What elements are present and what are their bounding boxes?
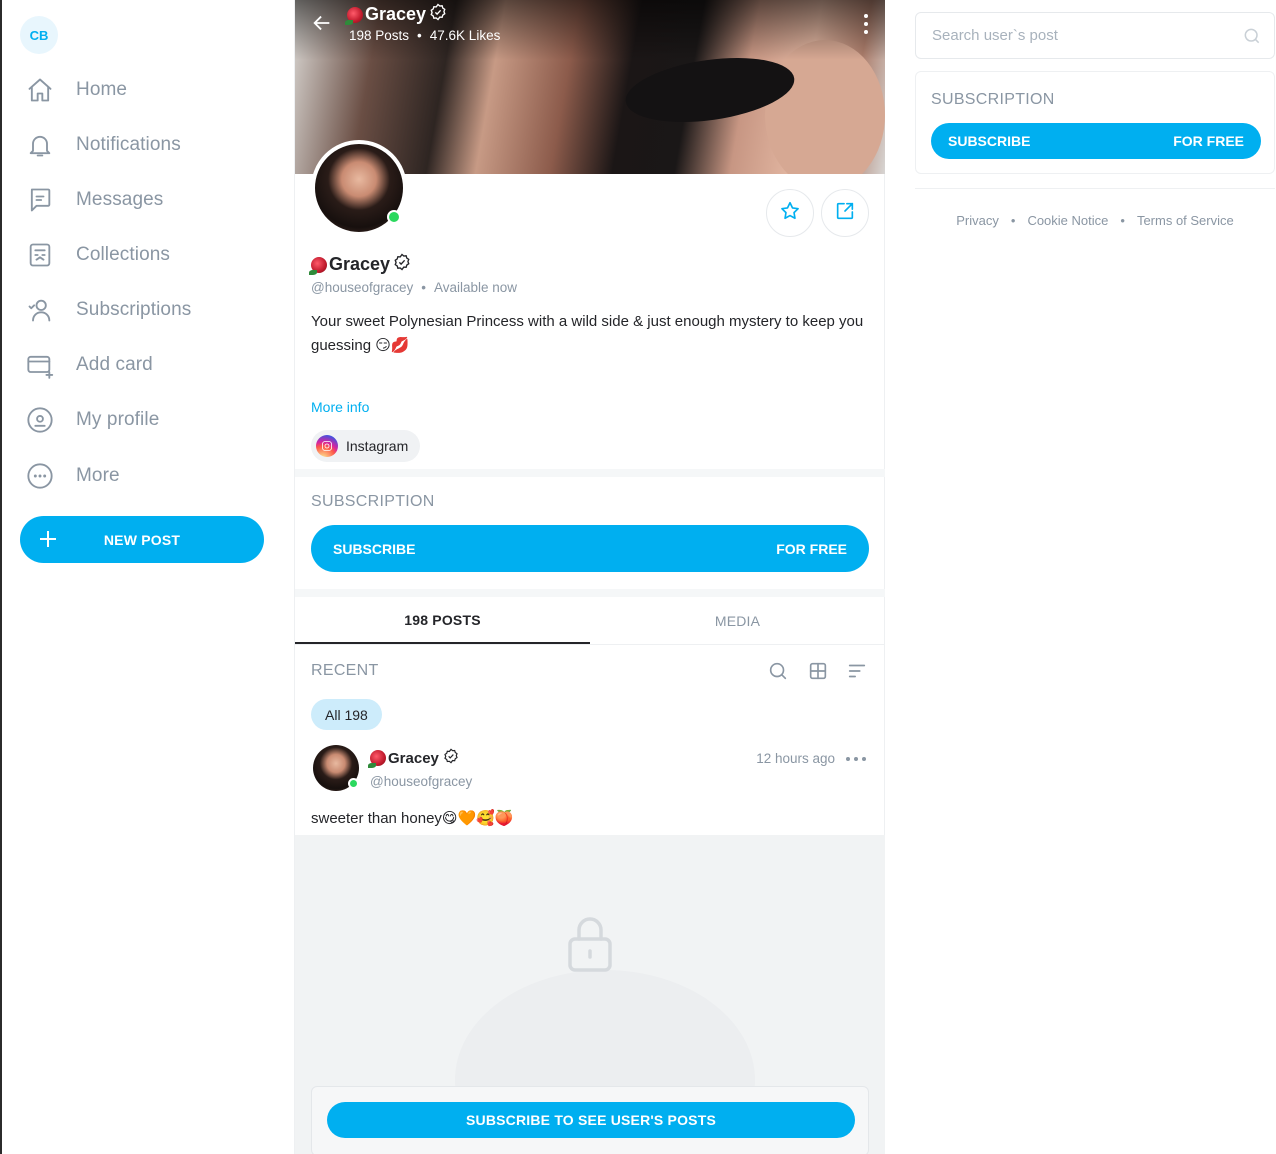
profile-name-text: Gracey [329, 254, 391, 274]
instagram-icon [316, 435, 338, 457]
cover-header: Gracey 198 Posts • 47.6K Likes [295, 0, 885, 60]
tab-posts[interactable]: 198 POSTS [295, 597, 590, 644]
nav-notifications-label: Notifications [76, 134, 181, 155]
rose-icon [368, 750, 386, 768]
grid-icon[interactable] [807, 660, 831, 684]
verified-icon [390, 253, 411, 276]
post-text: sweeter than honey😋🧡🥰🍑 [311, 810, 514, 827]
post-timestamp: 12 hours ago [756, 751, 835, 766]
nav-collections[interactable]: Collections [24, 235, 170, 275]
nav-home-label: Home [76, 79, 128, 100]
plus-icon [36, 527, 60, 551]
share-button[interactable] [821, 189, 869, 237]
search-icon[interactable] [767, 660, 791, 684]
online-indicator [387, 210, 401, 224]
more-icon [24, 460, 56, 492]
online-indicator [348, 778, 359, 789]
locked-post-card: SUBSCRIBE TO SEE USER'S POSTS [311, 1086, 869, 1154]
cover-stats: 198 Posts • 47.6K Likes [349, 28, 501, 43]
subscription-card-title: SUBSCRIPTION [931, 91, 1055, 108]
post-options-icon[interactable] [846, 750, 866, 768]
nav-add-card-label: Add card [76, 354, 153, 375]
tab-media[interactable]: MEDIA [590, 597, 885, 644]
post-avatar[interactable] [313, 745, 359, 791]
rose-icon [345, 6, 363, 25]
profile-handle: @houseofgracey [311, 280, 414, 295]
subscribe-price: FOR FREE [1173, 133, 1244, 149]
subscribe-label: SUBSCRIBE [948, 133, 1031, 149]
profile-bio: Your sweet Polynesian Princess with a wi… [311, 313, 864, 354]
nav-my-profile[interactable]: My profile [24, 400, 159, 440]
instagram-label: Instagram [346, 438, 409, 454]
subscribe-label: SUBSCRIBE [333, 540, 416, 557]
sidebar-subscribe-button[interactable]: SUBSCRIBE FOR FREE [931, 123, 1261, 159]
profile-avatar[interactable] [311, 140, 407, 236]
cookie-notice-link[interactable]: Cookie Notice [1027, 213, 1108, 228]
post-author-text: Gracey [388, 749, 439, 767]
recent-title: RECENT [311, 662, 379, 679]
instagram-link[interactable]: Instagram [311, 430, 421, 462]
nav-subscriptions[interactable]: Subscriptions [24, 290, 191, 330]
nav-home[interactable]: Home [24, 70, 127, 110]
subscriptions-icon [24, 294, 56, 326]
message-icon [24, 184, 56, 216]
nav-more[interactable]: More [24, 456, 120, 496]
star-icon [779, 200, 801, 227]
back-arrow-icon[interactable] [311, 12, 333, 34]
app-root: CB Home Notifications Messages Collectio… [0, 0, 1276, 1154]
nav-more-label: More [76, 465, 120, 486]
kebab-menu-icon[interactable] [861, 14, 871, 34]
search-input[interactable] [916, 27, 1226, 44]
section-separator [295, 589, 885, 597]
profile-tabs: 198 POSTS MEDIA [295, 597, 885, 645]
verified-icon [439, 748, 459, 768]
sidebar: CB Home Notifications Messages Collectio… [0, 0, 294, 1154]
new-post-button[interactable]: NEW POST [20, 516, 264, 563]
nav-collections-label: Collections [76, 244, 171, 265]
sort-icon[interactable] [846, 660, 870, 684]
posts-count: 198 Posts [349, 28, 410, 43]
section-separator [295, 469, 885, 477]
lock-icon [567, 915, 613, 973]
share-icon [834, 200, 856, 227]
nav-notifications[interactable]: Notifications [24, 125, 181, 165]
availability-status: Available now [434, 280, 518, 295]
bell-icon [24, 129, 56, 161]
nav-messages[interactable]: Messages [24, 180, 163, 220]
rose-icon [309, 256, 327, 275]
terms-of-service-link[interactable]: Terms of Service [1137, 213, 1234, 228]
subscribe-price: FOR FREE [776, 540, 847, 557]
more-info-link[interactable]: More info [311, 399, 369, 415]
privacy-link[interactable]: Privacy [956, 213, 999, 228]
subscription-card: SUBSCRIPTION SUBSCRIBE FOR FREE [915, 71, 1275, 174]
nav-my-profile-label: My profile [76, 409, 160, 430]
cover-title: Gracey [345, 3, 447, 26]
post-author-handle[interactable]: @houseofgracey [370, 774, 472, 789]
favorite-button[interactable] [766, 189, 814, 237]
subscription-title: SUBSCRIPTION [311, 493, 435, 510]
home-icon [24, 74, 56, 106]
profile-column: Gracey 198 Posts • 47.6K Likes Gracey @h… [294, 0, 885, 1154]
post-search-box[interactable] [915, 12, 1275, 59]
nav-add-card[interactable]: Add card [24, 345, 153, 385]
subscribe-button[interactable]: SUBSCRIBE FOR FREE [311, 525, 869, 572]
footer-links: Privacy • Cookie Notice • Terms of Servi… [956, 213, 1234, 228]
user-avatar[interactable]: CB [20, 16, 58, 54]
locked-post-media: SUBSCRIBE TO SEE USER'S POSTS [295, 835, 885, 1154]
likes-count: 47.6K Likes [429, 28, 501, 43]
verified-icon [426, 3, 447, 26]
card-icon [24, 349, 56, 381]
subscribe-to-see-posts-button[interactable]: SUBSCRIBE TO SEE USER'S POSTS [327, 1102, 855, 1138]
profile-icon [24, 404, 56, 436]
divider [915, 188, 1275, 189]
search-icon[interactable] [1242, 26, 1262, 46]
nav-subscriptions-label: Subscriptions [76, 299, 192, 320]
post-author-name[interactable]: Gracey [368, 748, 459, 768]
profile-name: Gracey [309, 253, 411, 276]
nav-messages-label: Messages [76, 189, 164, 210]
cover-name-text: Gracey [365, 4, 427, 24]
collections-icon [24, 239, 56, 271]
profile-handle-row: @houseofgracey • Available now [311, 280, 518, 295]
filter-chip-all[interactable]: All 198 [311, 699, 382, 730]
